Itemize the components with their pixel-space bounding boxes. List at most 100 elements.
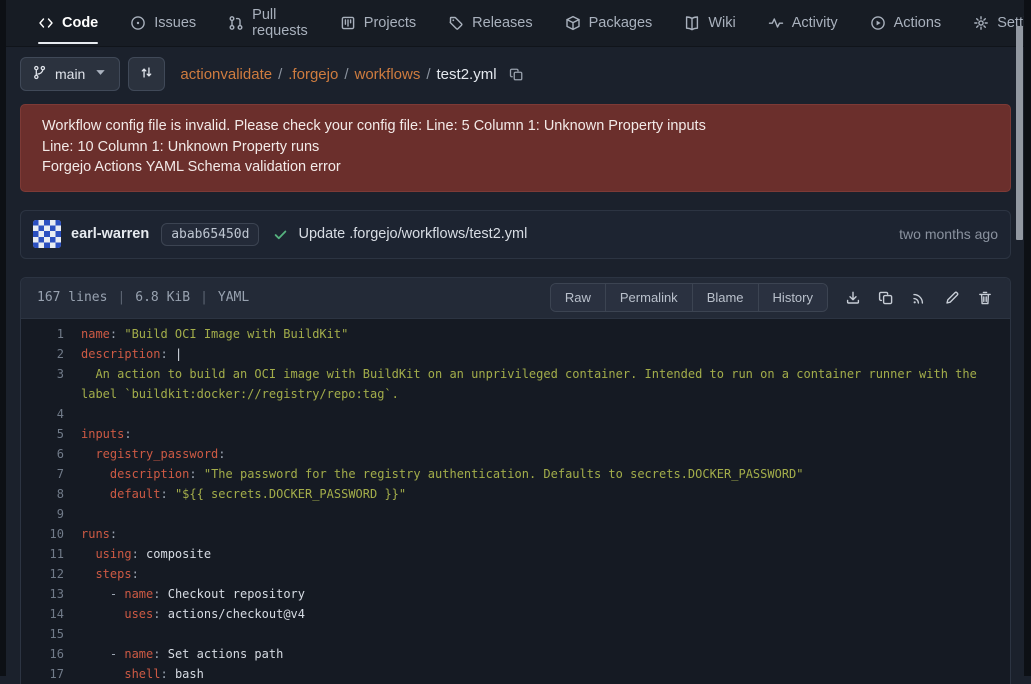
line-number[interactable]: 7 [21,464,81,484]
breadcrumb-separator: / [278,66,282,83]
code-line: 5inputs: [21,424,1010,444]
copy-path-icon[interactable] [509,67,524,82]
permalink-button[interactable]: Permalink [605,284,692,311]
token: : [218,447,225,461]
file-language: YAML [218,290,249,305]
token: name [81,327,110,341]
code-line: 15 [21,624,1010,644]
token: composite [146,547,211,561]
tab-packages[interactable]: Packages [565,0,653,46]
token [81,567,95,581]
tab-label: Packages [589,15,653,31]
raw-button[interactable]: Raw [551,284,605,311]
rss-icon[interactable] [904,283,934,313]
history-button[interactable]: History [758,284,827,311]
file-line-count: 167 lines [37,290,107,305]
line-number[interactable]: 3 [21,364,81,404]
line-number[interactable]: 2 [21,344,81,364]
token: inputs [81,427,124,441]
tab-label: Issues [154,15,196,31]
commit-author[interactable]: earl-warren [71,226,149,242]
line-content: runs: [81,524,1010,544]
line-content [81,504,1010,524]
tab-label: Wiki [708,15,735,31]
line-number[interactable]: 6 [21,444,81,464]
breadcrumb-separator: / [344,66,348,83]
line-number[interactable]: 16 [21,644,81,664]
commit-time: two months ago [899,226,998,242]
blame-button[interactable]: Blame [692,284,758,311]
code-line: 2description: | [21,344,1010,364]
tab-pull-requests[interactable]: Pull requests [228,0,308,46]
tab-activity[interactable]: Activity [768,0,838,46]
commit-hash-badge[interactable]: abab65450d [161,223,259,246]
code-line: 1name: "Build OCI Image with BuildKit" [21,324,1010,344]
line-number[interactable]: 1 [21,324,81,344]
token: name [124,647,153,661]
line-content: - name: Checkout repository [81,584,1010,604]
token: uses [124,607,153,621]
line-number[interactable]: 15 [21,624,81,644]
branch-selector[interactable]: main [20,57,120,91]
commit-message[interactable]: Update .forgejo/workflows/test2.yml [298,226,527,242]
line-number[interactable]: 10 [21,524,81,544]
branch-row: main actionvalidate/.forgejo/workflows/t… [20,57,1011,91]
token: registry_password [95,447,218,461]
token: : [132,567,139,581]
breadcrumb-link[interactable]: workflows [354,66,420,83]
code-view: 1name: "Build OCI Image with BuildKit"2d… [21,319,1010,684]
file-size: 6.8 KiB [135,290,190,305]
line-number[interactable]: 5 [21,424,81,444]
line-number[interactable]: 4 [21,404,81,424]
git-branch-icon [32,65,47,83]
compare-button[interactable] [128,57,165,91]
line-number[interactable]: 12 [21,564,81,584]
tab-projects[interactable]: Projects [340,0,416,46]
delete-icon[interactable] [970,283,1000,313]
line-content: inputs: [81,424,1010,444]
tab-issues[interactable]: Issues [130,0,196,46]
token [81,587,110,601]
line-number[interactable]: 14 [21,604,81,624]
tab-actions[interactable]: Actions [870,0,942,46]
breadcrumb: actionvalidate/.forgejo/workflows/test2.… [180,66,523,83]
commit-status-check-icon[interactable] [273,227,288,242]
edit-icon[interactable] [937,283,967,313]
line-number[interactable]: 11 [21,544,81,564]
line-content [81,404,1010,424]
tab-wiki[interactable]: Wiki [684,0,735,46]
token: : [189,467,203,481]
workflow-error-banner: Workflow config file is invalid. Please … [20,104,1011,192]
token: Checkout repository [168,587,305,601]
line-number[interactable]: 17 [21,664,81,684]
breadcrumb-link[interactable]: actionvalidate [180,66,272,83]
line-number[interactable]: 9 [21,504,81,524]
tab-code[interactable]: Code [38,0,98,46]
token: description [81,347,160,361]
breadcrumb-link[interactable]: .forgejo [288,66,338,83]
token [81,487,110,501]
divider: | [117,290,125,305]
tab-label: Activity [792,15,838,31]
repo-nav-tabs: Code Issues Pull requests Projects Releases P… [38,0,1031,46]
line-number[interactable]: 8 [21,484,81,504]
file-viewer: 167 lines | 6.8 KiB | YAML RawPermalinkB… [20,277,1011,684]
tag-icon [448,15,464,31]
token: "Build OCI Image with BuildKit" [124,327,348,341]
avatar[interactable] [33,220,61,248]
code-line: 3 An action to build an OCI image with B… [21,364,1010,404]
code-line: 13 - name: Checkout repository [21,584,1010,604]
token: : [153,647,167,661]
file-view-buttons: RawPermalinkBlameHistory [550,283,828,312]
copy-icon[interactable] [871,283,901,313]
token: : [160,347,174,361]
scrollbar-track[interactable] [1024,0,1031,676]
scrollbar-thumb[interactable] [1016,26,1023,240]
token [81,547,95,561]
tab-label: Actions [894,15,942,31]
tab-releases[interactable]: Releases [448,0,532,46]
repo-navbar: Code Issues Pull requests Projects Releases P… [0,0,1031,47]
download-icon[interactable] [838,283,868,313]
line-number[interactable]: 13 [21,584,81,604]
token: : [124,427,131,441]
